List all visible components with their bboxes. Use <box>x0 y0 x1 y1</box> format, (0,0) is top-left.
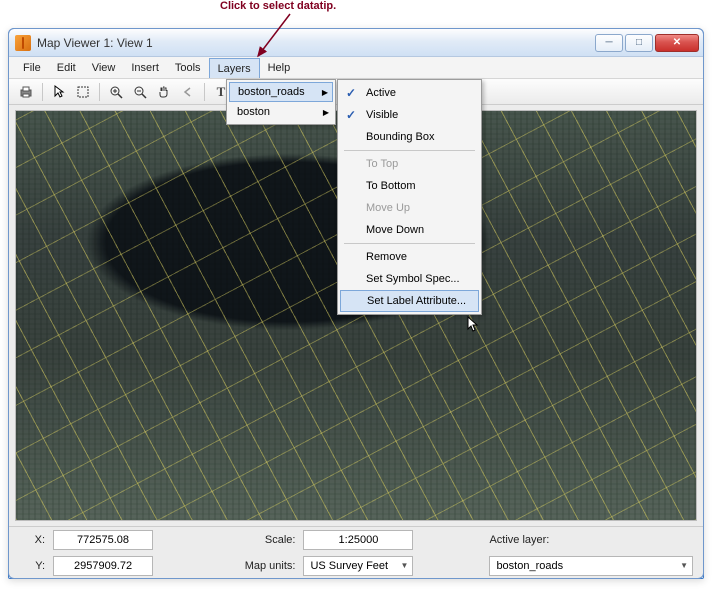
menu-help[interactable]: Help <box>260 57 299 78</box>
option-set-symbol-spec[interactable]: Set Symbol Spec... <box>340 268 479 290</box>
maximize-button[interactable]: □ <box>625 34 653 52</box>
pointer-icon[interactable] <box>48 81 70 103</box>
layer-item-label: boston_roads <box>238 86 305 98</box>
menu-label: Move Up <box>366 202 410 214</box>
menu-label: Set Symbol Spec... <box>366 273 460 285</box>
layer-item-label: boston <box>237 106 270 118</box>
toolbar-separator <box>204 83 205 101</box>
units-dropdown[interactable]: US Survey Feet ▼ <box>303 556 413 576</box>
check-icon: ✓ <box>346 86 356 100</box>
menu-tools[interactable]: Tools <box>167 57 209 78</box>
menu-layers[interactable]: Layers <box>209 58 260 78</box>
option-move-down[interactable]: Move Down <box>340 219 479 241</box>
active-layer-value: boston_roads <box>496 560 563 572</box>
menu-view[interactable]: View <box>84 57 124 78</box>
menu-label: Active <box>366 87 396 99</box>
window-controls: ─ □ ✕ <box>595 34 699 52</box>
select-rect-icon[interactable] <box>72 81 94 103</box>
option-active[interactable]: ✓ Active <box>340 82 479 104</box>
print-icon[interactable] <box>15 81 37 103</box>
x-label: X: <box>19 534 45 546</box>
titlebar[interactable]: Map Viewer 1: View 1 ─ □ ✕ <box>9 29 703 57</box>
menu-separator <box>344 243 475 244</box>
menu-file[interactable]: File <box>15 57 49 78</box>
toolbar-separator <box>42 83 43 101</box>
menu-label: To Top <box>366 158 398 170</box>
layer-item-boston[interactable]: boston ▶ <box>229 102 333 122</box>
mouse-cursor-icon <box>466 316 482 337</box>
menu-label: Remove <box>366 251 407 263</box>
option-remove[interactable]: Remove <box>340 246 479 268</box>
layer-item-boston-roads[interactable]: boston_roads ▶ <box>229 82 333 102</box>
scale-value[interactable]: 1:25000 <box>303 530 413 550</box>
x-value: 772575.08 <box>53 530 153 550</box>
app-icon <box>15 35 31 51</box>
option-set-label-attribute[interactable]: Set Label Attribute... <box>340 290 479 312</box>
menu-label: Move Down <box>366 224 424 236</box>
y-value: 2957909.72 <box>53 556 153 576</box>
menu-insert[interactable]: Insert <box>123 57 167 78</box>
menubar[interactable]: File Edit View Insert Tools Layers Help <box>9 57 703 79</box>
y-label: Y: <box>19 560 45 572</box>
close-button[interactable]: ✕ <box>655 34 699 52</box>
chevron-down-icon: ▼ <box>680 561 688 570</box>
layers-submenu[interactable]: boston_roads ▶ boston ▶ <box>226 79 336 125</box>
menu-label: Set Label Attribute... <box>367 295 466 307</box>
check-icon: ✓ <box>346 108 356 122</box>
layer-options-menu[interactable]: ✓ Active ✓ Visible Bounding Box To Top T… <box>337 79 482 315</box>
option-bounding-box[interactable]: Bounding Box <box>340 126 479 148</box>
option-to-bottom[interactable]: To Bottom <box>340 175 479 197</box>
submenu-arrow-icon: ▶ <box>323 108 329 117</box>
statusbar: X: 772575.08 Scale: 1:25000 Active layer… <box>9 526 703 578</box>
chevron-down-icon: ▼ <box>401 561 409 570</box>
prev-view-icon[interactable] <box>177 81 199 103</box>
menu-label: To Bottom <box>366 180 416 192</box>
option-to-top: To Top <box>340 153 479 175</box>
zoom-in-icon[interactable] <box>105 81 127 103</box>
window-title: Map Viewer 1: View 1 <box>37 36 595 50</box>
submenu-arrow-icon: ▶ <box>322 88 328 97</box>
active-layer-dropdown[interactable]: boston_roads ▼ <box>489 556 693 576</box>
menu-label: Bounding Box <box>366 131 435 143</box>
menu-edit[interactable]: Edit <box>49 57 84 78</box>
external-annotation: Click to select datatip. <box>220 0 336 12</box>
active-layer-label: Active layer: <box>489 534 565 546</box>
pan-icon[interactable] <box>153 81 175 103</box>
option-visible[interactable]: ✓ Visible <box>340 104 479 126</box>
menu-label: Visible <box>366 109 398 121</box>
menu-separator <box>344 150 475 151</box>
minimize-button[interactable]: ─ <box>595 34 623 52</box>
toolbar-separator <box>99 83 100 101</box>
zoom-out-icon[interactable] <box>129 81 151 103</box>
option-move-up: Move Up <box>340 197 479 219</box>
scale-label: Scale: <box>229 534 295 546</box>
units-label: Map units: <box>229 560 295 572</box>
units-value: US Survey Feet <box>310 560 388 572</box>
